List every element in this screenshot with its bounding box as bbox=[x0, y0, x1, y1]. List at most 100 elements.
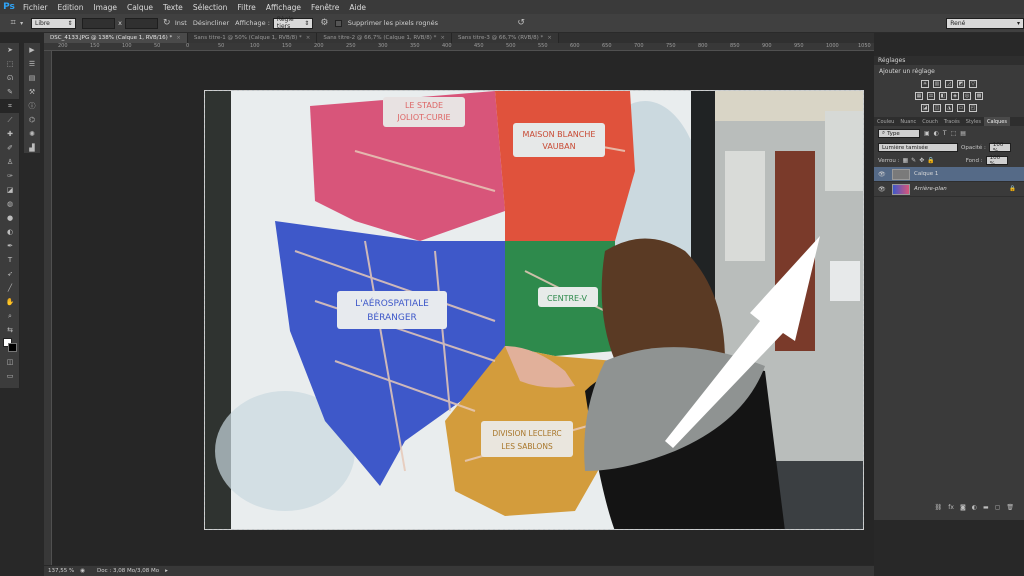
color-swatches-icon[interactable] bbox=[0, 337, 20, 355]
path-selection-tool-icon[interactable]: ➶ bbox=[0, 267, 20, 281]
gear-icon[interactable]: ⚙ bbox=[319, 17, 329, 29]
screen-mode-icon[interactable]: ▭ bbox=[0, 369, 20, 383]
color-lookup-icon[interactable]: ▩ bbox=[975, 92, 983, 100]
layer-name[interactable]: Arrière-plan bbox=[914, 186, 947, 192]
tab-nuancier[interactable]: Nuanc bbox=[897, 117, 919, 126]
marquee-tool-icon[interactable]: ⬚ bbox=[0, 57, 20, 71]
tab-sans-titre-1[interactable]: Sans titre-1 @ 50% (Calque 1, RVB/8) * × bbox=[187, 33, 318, 43]
menu-aide[interactable]: Aide bbox=[344, 3, 371, 12]
eyedropper-tool-icon[interactable]: ⟋ bbox=[0, 113, 20, 127]
selective-color-icon[interactable]: ◰ bbox=[969, 104, 977, 112]
tab-sans-titre-2[interactable]: Sans titre-2 @ 66,7% (Calque 1, RVB/8) *… bbox=[317, 33, 453, 43]
layer-style-icon[interactable]: fx bbox=[948, 504, 954, 514]
tab-dsc-4133[interactable]: DSC_4133.JPG @ 138% (Calque 1, RVB/16) *… bbox=[44, 33, 188, 43]
posterize-icon[interactable]: ◫ bbox=[933, 104, 941, 112]
layer-comps-icon[interactable]: ▟ bbox=[24, 141, 40, 155]
healing-brush-tool-icon[interactable]: ✚ bbox=[0, 127, 20, 141]
brush-tool-icon[interactable]: ✐ bbox=[0, 141, 20, 155]
blend-mode-select[interactable]: Lumière tamisée bbox=[878, 143, 958, 152]
photo-filter-icon[interactable]: ◈ bbox=[951, 92, 959, 100]
menu-selection[interactable]: Sélection bbox=[188, 3, 233, 12]
opacity-input[interactable]: 100 % bbox=[988, 142, 1011, 154]
threshold-icon[interactable]: ◮ bbox=[945, 104, 953, 112]
blur-tool-icon[interactable]: ● bbox=[0, 211, 20, 225]
properties-icon[interactable]: ⌬ bbox=[24, 113, 40, 127]
lasso-tool-icon[interactable]: ᘏ bbox=[0, 71, 20, 85]
layer-filter-select[interactable]: ⌕ Type bbox=[878, 129, 920, 138]
new-group-icon[interactable]: ▬ bbox=[983, 504, 989, 514]
height-input[interactable] bbox=[124, 17, 158, 29]
menu-affichage[interactable]: Affichage bbox=[261, 3, 306, 12]
brightness-icon[interactable]: ☀ bbox=[921, 80, 929, 88]
tab-couleur[interactable]: Couleu bbox=[874, 117, 897, 126]
chevron-right-icon[interactable]: ▸ bbox=[165, 568, 168, 574]
document-canvas[interactable]: LE STADE JOLIOT-CURIE MAISON BLANCHE VAU… bbox=[204, 90, 864, 530]
info-icon[interactable]: ⓘ bbox=[24, 99, 40, 113]
move-tool-icon[interactable]: ➤ bbox=[0, 43, 20, 57]
history-icon[interactable]: ☰ bbox=[24, 57, 40, 71]
menu-fenetre[interactable]: Fenêtre bbox=[306, 3, 344, 12]
zoom-level[interactable]: 137,55 % bbox=[48, 568, 74, 574]
menu-texte[interactable]: Texte bbox=[158, 3, 188, 12]
swap-icon[interactable]: ↻ bbox=[162, 17, 172, 29]
invert-icon[interactable]: ◪ bbox=[921, 104, 929, 112]
menu-calque[interactable]: Calque bbox=[122, 3, 158, 12]
lock-pixels-icon[interactable]: ✎ bbox=[911, 157, 916, 164]
brush-presets-icon[interactable]: ✺ bbox=[24, 127, 40, 141]
paint-bucket-tool-icon[interactable]: ◍ bbox=[0, 197, 20, 211]
clone-stamp-tool-icon[interactable]: ♙ bbox=[0, 155, 20, 169]
layer-row-arriere-plan[interactable]: 👁 Arrière-plan 🔒 bbox=[874, 182, 1024, 197]
play-icon[interactable]: ▶ bbox=[24, 43, 40, 57]
type-tool-icon[interactable]: T bbox=[0, 253, 20, 267]
tool-presets-icon[interactable]: ⚒ bbox=[24, 85, 40, 99]
delete-pixels-checkbox[interactable] bbox=[335, 19, 342, 27]
new-adjustment-icon[interactable]: ◐ bbox=[972, 504, 977, 514]
eraser-tool-icon[interactable]: ◪ bbox=[0, 183, 20, 197]
fill-input[interactable]: 100 % bbox=[985, 155, 1008, 167]
eye-icon[interactable]: 👁 bbox=[878, 171, 888, 178]
close-icon[interactable]: × bbox=[440, 35, 445, 41]
layer-name[interactable]: Calque 1 bbox=[914, 171, 938, 177]
hand-tool-icon[interactable]: ✋ bbox=[0, 295, 20, 309]
layer-mask-icon[interactable]: ◙ bbox=[960, 504, 966, 514]
zoom-tool-icon[interactable]: ⌕ bbox=[0, 309, 20, 323]
lock-position-icon[interactable]: ✥ bbox=[919, 157, 924, 164]
tab-calques[interactable]: Calques bbox=[983, 117, 1010, 126]
menu-image[interactable]: Image bbox=[88, 3, 122, 12]
menu-filtre[interactable]: Filtre bbox=[232, 3, 260, 12]
crop-tool-icon[interactable]: ⌗ bbox=[0, 99, 20, 113]
chevron-down-icon[interactable]: ▾ bbox=[18, 17, 25, 29]
menu-fichier[interactable]: Fichier bbox=[18, 3, 53, 12]
close-icon[interactable]: × bbox=[306, 35, 311, 41]
color-balance-icon[interactable]: ⚖ bbox=[927, 92, 935, 100]
view-select[interactable]: Règle tiers ⇕ bbox=[272, 16, 314, 30]
levels-icon[interactable]: ▥ bbox=[933, 80, 941, 88]
eye-icon[interactable]: 👁 bbox=[878, 186, 888, 193]
delete-layer-icon[interactable]: 🗑 bbox=[1006, 504, 1014, 514]
link-layers-icon[interactable]: ⛓ bbox=[935, 504, 943, 514]
undo-icon[interactable]: ↺ bbox=[516, 17, 526, 29]
width-input[interactable] bbox=[82, 17, 116, 29]
filter-adjustment-icon[interactable]: ◐ bbox=[934, 130, 939, 137]
lock-all-icon[interactable]: 🔒 bbox=[927, 157, 934, 164]
tab-couches[interactable]: Couch bbox=[919, 117, 941, 126]
new-layer-icon[interactable]: ▢ bbox=[995, 504, 1001, 514]
swap-colors-icon[interactable]: ⇆ bbox=[0, 323, 20, 337]
tab-styles[interactable]: Styles bbox=[963, 117, 984, 126]
close-icon[interactable]: × bbox=[176, 35, 181, 41]
adjustments-header[interactable]: Réglages bbox=[874, 56, 1024, 65]
clear-button[interactable]: Désincliner bbox=[193, 19, 229, 27]
layer-row-calque-1[interactable]: 👁 Calque 1 bbox=[874, 167, 1024, 182]
ratio-select[interactable]: Libre ⇕ bbox=[31, 17, 77, 29]
curves-icon[interactable]: ◿ bbox=[945, 80, 953, 88]
history-brush-tool-icon[interactable]: ✑ bbox=[0, 169, 20, 183]
menu-edition[interactable]: Edition bbox=[53, 3, 89, 12]
quick-selection-tool-icon[interactable]: ✎ bbox=[0, 85, 20, 99]
filter-smart-object-icon[interactable]: ▤ bbox=[960, 130, 966, 137]
hue-saturation-icon[interactable]: ▦ bbox=[915, 92, 923, 100]
dodge-tool-icon[interactable]: ◐ bbox=[0, 225, 20, 239]
filter-type-icon[interactable]: T bbox=[943, 130, 947, 137]
close-icon[interactable]: × bbox=[547, 35, 552, 41]
gradient-map-icon[interactable]: ▭ bbox=[957, 104, 965, 112]
vibrance-icon[interactable]: ▽ bbox=[969, 80, 977, 88]
